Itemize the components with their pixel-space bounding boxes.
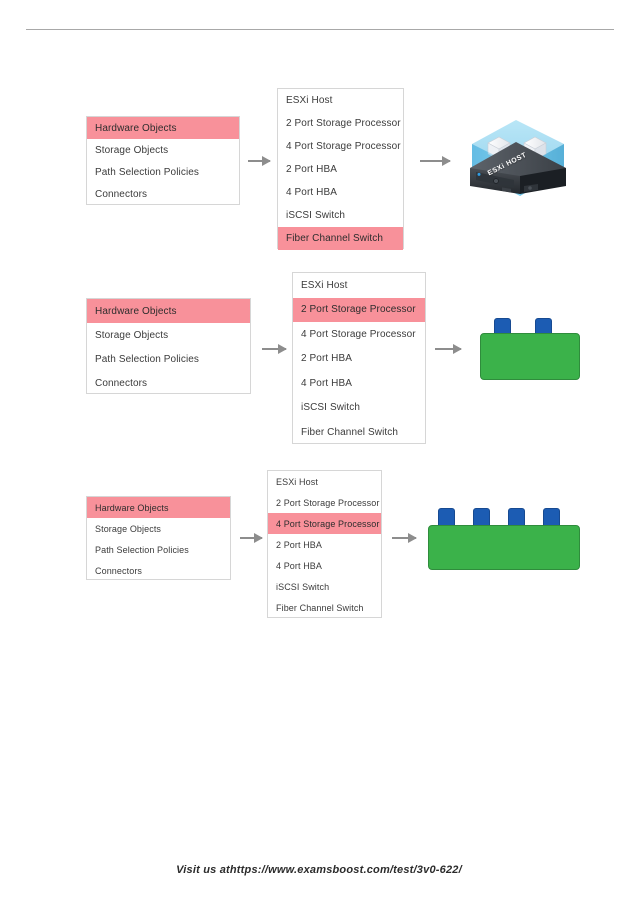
list-item[interactable]: 4 Port Storage Processor xyxy=(278,135,403,158)
storage-processor-body xyxy=(480,333,580,380)
list-item[interactable]: Fiber Channel Switch xyxy=(278,227,403,250)
list-item[interactable]: Connectors xyxy=(87,371,250,395)
list-item[interactable]: Hardware Objects xyxy=(87,497,230,518)
list-item[interactable]: Storage Objects xyxy=(87,323,250,347)
list-item[interactable]: Storage Objects xyxy=(87,518,230,539)
list-item[interactable]: Path Selection Policies xyxy=(87,347,250,371)
row-3-arrow-left xyxy=(240,533,263,543)
list-item[interactable]: 2 Port HBA xyxy=(278,158,403,181)
list-item[interactable]: 4 Port Storage Processor xyxy=(293,322,425,347)
row-2-arrow-left xyxy=(262,344,287,354)
footer-link[interactable]: Visit us athttps://www.examsboost.com/te… xyxy=(0,864,638,876)
list-item[interactable]: iSCSI Switch xyxy=(293,396,425,421)
storage-processor-body xyxy=(428,525,580,570)
port-tab xyxy=(438,508,455,526)
row-2-arrow-right xyxy=(435,344,462,354)
list-item[interactable]: 2 Port HBA xyxy=(293,347,425,372)
port-tab xyxy=(473,508,490,526)
row-1-categories-box: Hardware Objects Storage Objects Path Se… xyxy=(86,116,240,205)
list-item[interactable]: 2 Port Storage Processor xyxy=(278,112,403,135)
list-item[interactable]: 2 Port Storage Processor xyxy=(293,297,425,322)
list-item[interactable]: 4 Port HBA xyxy=(278,181,403,204)
row-2-categories-box: Hardware Objects Storage Objects Path Se… xyxy=(86,298,251,394)
port-tab xyxy=(543,508,560,526)
list-item[interactable]: 4 Port HBA xyxy=(268,555,381,576)
list-item[interactable]: Path Selection Policies xyxy=(87,161,239,183)
list-item[interactable]: ESXi Host xyxy=(293,273,425,298)
port-tab xyxy=(508,508,525,526)
list-item[interactable]: 4 Port HBA xyxy=(293,371,425,396)
list-item[interactable]: Hardware Objects xyxy=(87,299,250,323)
list-item[interactable]: Hardware Objects xyxy=(87,117,239,139)
list-item[interactable]: ESXi Host xyxy=(278,89,403,112)
storage-processor-2port-icon xyxy=(480,318,580,380)
list-item[interactable]: iSCSI Switch xyxy=(278,204,403,227)
row-3-categories-box: Hardware Objects Storage Objects Path Se… xyxy=(86,496,231,580)
list-item[interactable]: 2 Port Storage Processor xyxy=(268,492,381,513)
row-3-hardware-objects-box: ESXi Host 2 Port Storage Processor 4 Por… xyxy=(267,470,382,618)
row-1-hardware-objects-box: ESXi Host 2 Port Storage Processor 4 Por… xyxy=(277,88,404,250)
row-1-arrow-left xyxy=(248,156,271,166)
list-item[interactable]: Fiber Channel Switch xyxy=(268,597,381,618)
list-item[interactable]: iSCSI Switch xyxy=(268,576,381,597)
header-divider xyxy=(26,29,614,30)
document-page: Hardware Objects Storage Objects Path Se… xyxy=(0,0,638,903)
row-3-arrow-right xyxy=(392,533,417,543)
list-item[interactable]: 2 Port HBA xyxy=(268,534,381,555)
list-item[interactable]: Storage Objects xyxy=(87,139,239,161)
row-2-hardware-objects-box: ESXi Host 2 Port Storage Processor 4 Por… xyxy=(292,272,426,444)
storage-processor-4port-icon xyxy=(428,508,580,570)
list-item[interactable]: Connectors xyxy=(87,560,230,581)
esxi-host-icon-graphic xyxy=(470,120,566,196)
list-item[interactable]: 4 Port Storage Processor xyxy=(268,513,381,534)
list-item[interactable]: Fiber Channel Switch xyxy=(293,420,425,445)
row-1-arrow-right xyxy=(420,156,451,166)
list-item[interactable]: Connectors xyxy=(87,183,239,205)
list-item[interactable]: Path Selection Policies xyxy=(87,539,230,560)
esxi-host-icon: ESXi HOST xyxy=(466,110,570,206)
list-item[interactable]: ESXi Host xyxy=(268,471,381,492)
